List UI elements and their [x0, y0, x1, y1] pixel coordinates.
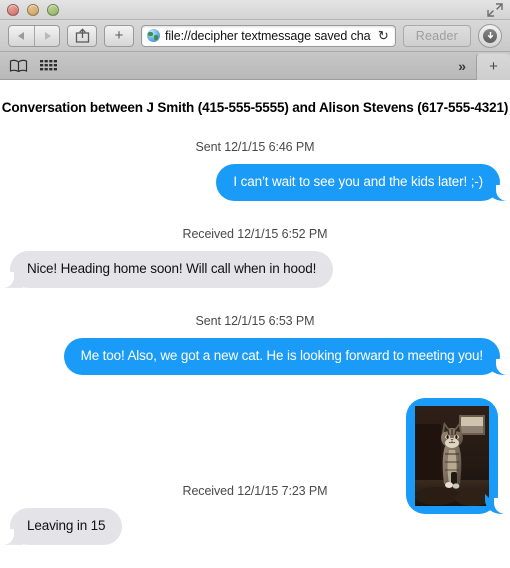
- browser-toolbar: + file://decipher textmessage saved chat…: [0, 20, 510, 52]
- new-tab-button[interactable]: +: [104, 24, 134, 47]
- close-window-button[interactable]: [7, 4, 19, 16]
- message-row: I can’t wait to see you and the kids lat…: [0, 164, 507, 201]
- back-button[interactable]: [9, 26, 34, 46]
- message-bubble-received[interactable]: Leaving in 15: [2, 508, 123, 545]
- minimize-window-button[interactable]: [27, 4, 39, 16]
- page-content: Conversation between J Smith (415-555-55…: [0, 80, 510, 567]
- message-bubble-sent[interactable]: Me too! Also, we got a new cat. He is lo…: [63, 338, 508, 375]
- address-bar[interactable]: file://decipher textmessage saved chat ↻: [141, 24, 396, 47]
- navigation-button-group: [8, 24, 60, 47]
- zoom-window-button[interactable]: [47, 4, 59, 16]
- bookmarks-bar: » +: [0, 52, 510, 80]
- message-row: Me too! Also, we got a new cat. He is lo…: [0, 338, 508, 375]
- message-timestamp: Sent 12/1/15 6:46 PM: [195, 140, 315, 154]
- message-timestamp: Received 12/1/15 7:23 PM: [182, 484, 328, 498]
- add-tab-button[interactable]: +: [476, 52, 510, 80]
- top-sites-grid-icon[interactable]: [40, 59, 57, 73]
- fullscreen-icon[interactable]: [486, 2, 504, 18]
- reader-button[interactable]: Reader: [402, 24, 471, 47]
- page-title: Conversation between J Smith (415-555-55…: [1, 100, 509, 115]
- overflow-chevron-icon[interactable]: »: [452, 58, 472, 74]
- message-bubble-sent[interactable]: I can’t wait to see you and the kids lat…: [216, 164, 507, 201]
- globe-icon: [147, 29, 160, 42]
- message-row: Nice! Heading home soon! Will call when …: [2, 251, 510, 288]
- message-timestamp: Sent 12/1/15 6:53 PM: [195, 314, 315, 328]
- reload-icon[interactable]: ↻: [376, 28, 391, 44]
- browser-window: + file://decipher textmessage saved chat…: [0, 0, 510, 568]
- download-arrow-icon: [483, 28, 497, 43]
- share-icon[interactable]: [67, 24, 97, 47]
- sidebar-book-icon[interactable]: [9, 59, 28, 73]
- forward-button[interactable]: [34, 25, 59, 46]
- downloads-button[interactable]: [478, 23, 502, 48]
- message-timestamp: Received 12/1/15 6:52 PM: [182, 227, 328, 241]
- traffic-light-group: [7, 4, 59, 16]
- message-row: Leaving in 15: [2, 508, 510, 545]
- address-bar-url: file://decipher textmessage saved chat: [165, 28, 371, 43]
- message-bubble-received[interactable]: Nice! Heading home soon! Will call when …: [2, 251, 334, 288]
- title-bar: [0, 0, 510, 20]
- bookmarks-bar-right: » +: [452, 52, 510, 80]
